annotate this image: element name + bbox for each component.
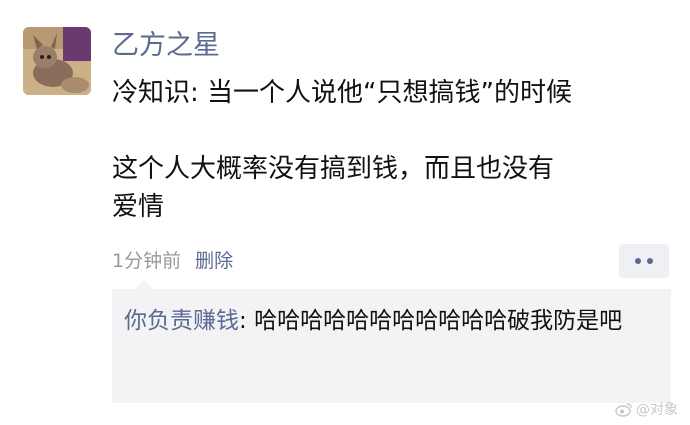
more-dot <box>647 258 653 264</box>
comment-author-name[interactable]: 你负责赚钱 <box>124 308 239 334</box>
post-content: 冷知识: 当一个人说他“只想搞钱”的时候 这个人大概率没有搞到钱，而且也没有 爱… <box>112 74 672 226</box>
more-dot <box>635 258 641 264</box>
post-timestamp: 1分钟前 <box>112 250 182 272</box>
post-author-name[interactable]: 乙方之星 <box>112 26 220 66</box>
watermark-text: @对象 <box>636 402 678 418</box>
comment-caret <box>135 280 153 289</box>
author-avatar[interactable] <box>23 27 91 95</box>
comment-area: 你负责赚钱: 哈哈哈哈哈哈哈哈哈哈哈破我防是吧 <box>112 289 671 403</box>
post-line: 爱情 <box>112 192 165 222</box>
post-meta: 1分钟前 删除 <box>112 246 233 276</box>
comment-text: 哈哈哈哈哈哈哈哈哈哈哈破我防是吧 <box>254 308 623 334</box>
delete-button[interactable]: 删除 <box>195 250 233 272</box>
post-line-gap <box>112 112 672 150</box>
weibo-logo-icon <box>615 402 632 417</box>
watermark: @对象 <box>615 399 678 419</box>
post-line: 冷知识: 当一个人说他“只想搞钱”的时候 <box>112 78 572 108</box>
post-line: 这个人大概率没有搞到钱，而且也没有 <box>112 154 555 184</box>
more-dots-icon[interactable] <box>619 244 669 278</box>
comment-separator: : <box>239 308 247 334</box>
avatar-image <box>23 27 91 95</box>
comment-item: 你负责赚钱: 哈哈哈哈哈哈哈哈哈哈哈破我防是吧 <box>124 303 654 340</box>
